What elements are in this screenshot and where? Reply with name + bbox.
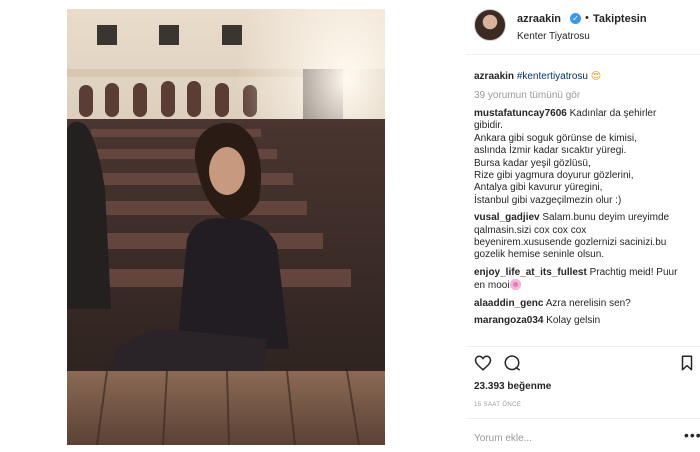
comment-text-line: Rize gibi yagmura doyurur gözlerini, — [474, 170, 634, 182]
heart-eyes-emoji-icon: 😍 — [590, 71, 602, 82]
comment-item: enjoy_life_at_its_fullest Prachtig meid!… — [474, 267, 696, 293]
post-caption: azraakin #kentertiyatrosu 😍 — [474, 70, 696, 83]
comment-text-line: beyenirem.xususende gozlernizi sacinizi.… — [474, 237, 667, 249]
comment-text-line: Kolay gelsin — [546, 315, 601, 327]
add-comment-input[interactable] — [474, 430, 674, 447]
avatar[interactable] — [474, 9, 506, 41]
add-comment-area: ••• — [474, 428, 700, 447]
comment-text-line: en mooi — [474, 280, 510, 292]
comment-text-line: Salam.bunu deyim ureyimde — [542, 212, 670, 224]
post-actions-bar — [474, 354, 694, 374]
post-sidebar: azraakin ✓ • Takiptesin Kenter Tiyatrosu… — [466, 0, 700, 452]
comment-text-line: Prachtig meid! Puur — [589, 266, 678, 278]
theater-photo-image — [67, 9, 385, 445]
comment-text-line: Kadınlar da şehirler — [569, 108, 657, 119]
view-all-comments-link[interactable]: 39 yorumun tümünü gör — [474, 90, 580, 101]
comment-username[interactable]: mustafatuncay7606 — [474, 108, 567, 119]
post-author-username[interactable]: azraakin — [517, 13, 561, 25]
comment-item: mustafatuncay7606 Kadınlar da şehirler g… — [474, 108, 696, 207]
heart-icon[interactable] — [474, 354, 492, 372]
post-photo[interactable] — [67, 9, 385, 445]
post-timestamp: 15 SAAT ÖNCE — [474, 402, 522, 408]
following-status-button[interactable]: Takiptesin — [593, 13, 647, 25]
comment-text-line: Ankara gibi soguk görünse de kimisi, — [474, 132, 637, 144]
comment-text-line: gozelik hemise seninle olsun. — [474, 249, 605, 261]
comments-list: mustafatuncay7606 Kadınlar da şehirler g… — [474, 108, 696, 333]
location-link[interactable]: Kenter Tiyatrosu — [517, 31, 590, 42]
caption-hashtag-link[interactable]: #kentertiyatrosu — [517, 71, 588, 82]
post-header: azraakin ✓ • Takiptesin Kenter Tiyatrosu — [466, 0, 700, 55]
flower-emoji-icon — [509, 279, 521, 291]
comment-text-line: Azra nerelisin sen? — [545, 297, 631, 309]
comment-text-line: İstanbul gibi vazgeçilmezin olur :) — [474, 194, 622, 206]
comment-username[interactable]: vusal_gadjiev — [474, 212, 540, 223]
bookmark-icon[interactable] — [678, 354, 696, 372]
comment-text-line: gibidir. — [474, 120, 503, 132]
comment-item: vusal_gadjiev Salam.bunu deyim ureyimde … — [474, 212, 696, 262]
actions-divider — [466, 346, 700, 347]
comment-box-divider — [466, 418, 700, 419]
comment-username[interactable]: marangoza034 — [474, 315, 543, 326]
comment-text-line: Antalya gibi kavurur yüregini, — [474, 182, 603, 194]
comment-item: alaaddin_genc Azra nerelisin sen? — [474, 298, 696, 310]
comment-text-line: qalmasin.sizi cox cox cox — [474, 224, 587, 236]
likes-count-link[interactable]: 23.393 beğenme — [474, 381, 551, 392]
comment-text-line: Bursa kadar yeşil gözlüsü, — [474, 157, 591, 169]
comment-text-line: aslında İzmir kadar sıcaktır yüregi. — [474, 145, 627, 157]
comment-username[interactable]: alaaddin_genc — [474, 298, 543, 309]
separator-dot: • — [585, 12, 589, 24]
caption-username[interactable]: azraakin — [474, 71, 514, 82]
comment-item: marangoza034 Kolay gelsin — [474, 315, 696, 327]
comment-username[interactable]: enjoy_life_at_its_fullest — [474, 267, 587, 278]
verified-badge-icon: ✓ — [570, 13, 581, 24]
more-options-icon[interactable]: ••• — [684, 428, 700, 442]
comment-icon[interactable] — [503, 354, 521, 372]
